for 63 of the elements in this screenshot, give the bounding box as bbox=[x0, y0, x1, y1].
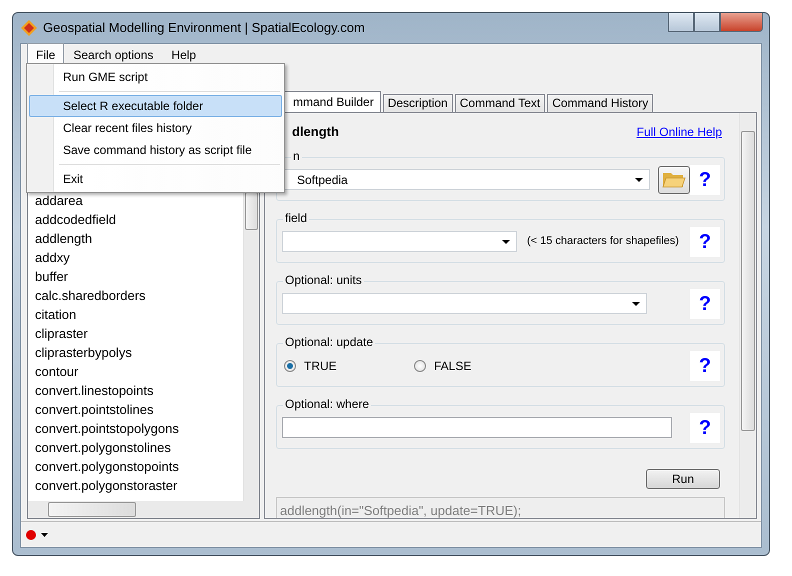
help-button[interactable]: ? bbox=[690, 226, 720, 256]
dropdown-field[interactable] bbox=[282, 293, 647, 314]
menu-item[interactable]: Clear recent files history bbox=[29, 117, 282, 139]
status-dot-icon[interactable] bbox=[25, 528, 37, 540]
browse-button[interactable] bbox=[658, 166, 690, 194]
list-item[interactable]: addarea bbox=[35, 191, 243, 210]
tab[interactable]: Command History bbox=[547, 94, 654, 112]
help-button[interactable]: ? bbox=[690, 164, 720, 194]
caret-icon bbox=[635, 178, 643, 182]
help-button[interactable]: ? bbox=[690, 412, 720, 442]
menu-item[interactable]: Run GME script bbox=[29, 66, 282, 88]
vertical-scrollbar[interactable] bbox=[243, 190, 259, 501]
app-logo-icon bbox=[21, 20, 37, 36]
radio-button[interactable] bbox=[414, 360, 426, 372]
list-item[interactable]: buffer bbox=[35, 267, 243, 286]
window-title: Geospatial Modelling Environment | SpatialEcology.com bbox=[43, 19, 365, 38]
menu-item[interactable]: Search options bbox=[64, 42, 162, 66]
list-item[interactable]: calc.sharedborders bbox=[35, 286, 243, 305]
folder-icon bbox=[662, 170, 686, 188]
option-label: TRUE bbox=[304, 358, 337, 374]
list-item[interactable]: contour bbox=[35, 362, 243, 381]
list-item[interactable]: convert.polygonstoraster bbox=[35, 476, 243, 495]
menu-item[interactable]: Exit bbox=[29, 168, 282, 190]
text-field[interactable] bbox=[282, 417, 672, 438]
list-item[interactable]: convert.polygonstolines bbox=[35, 438, 243, 457]
list-item[interactable]: convert.pointstopolygons bbox=[35, 419, 243, 438]
dropdown-field[interactable] bbox=[282, 231, 517, 252]
horizontal-scrollbar[interactable] bbox=[28, 501, 259, 518]
list-item[interactable]: convert.pointstolines bbox=[35, 400, 243, 419]
help-button[interactable]: ? bbox=[690, 288, 720, 318]
list-item[interactable]: addcodedfield bbox=[35, 210, 243, 229]
list-item[interactable]: clipraster bbox=[35, 324, 243, 343]
caret-icon bbox=[502, 240, 510, 244]
help-button[interactable]: ? bbox=[690, 350, 720, 380]
menu-item[interactable]: Help bbox=[162, 42, 206, 66]
minimize-button[interactable] bbox=[668, 13, 694, 32]
vertical-scrollbar[interactable] bbox=[739, 113, 756, 518]
close-button[interactable] bbox=[720, 13, 763, 32]
list-item[interactable]: convert.linestopoints bbox=[35, 381, 243, 400]
caret-icon[interactable] bbox=[41, 532, 48, 536]
tab[interactable]: Command Text bbox=[454, 94, 546, 112]
run-button[interactable]: Run bbox=[646, 468, 720, 488]
option-label: FALSE bbox=[434, 358, 472, 374]
group-label: Optional: where bbox=[283, 396, 372, 412]
hint-text: (< 15 characters for shapefiles) bbox=[527, 234, 679, 250]
list-item[interactable]: addlength bbox=[35, 229, 243, 248]
group-label: Optional: units bbox=[283, 272, 364, 288]
menu-item[interactable]: Save command history as script file bbox=[29, 139, 282, 161]
maximize-button[interactable] bbox=[694, 13, 720, 32]
group-label: Optional: update bbox=[283, 334, 376, 350]
dropdown-field[interactable]: Softpedia bbox=[282, 169, 650, 190]
tab[interactable]: Description bbox=[382, 94, 453, 112]
radio-button[interactable] bbox=[284, 360, 296, 372]
command-title: dlength bbox=[291, 123, 339, 141]
list-item[interactable]: addxy bbox=[35, 248, 243, 267]
list-item[interactable]: citation bbox=[35, 305, 243, 324]
caret-icon bbox=[632, 302, 640, 306]
list-item[interactable]: cliprasterbypolys bbox=[35, 343, 243, 362]
online-help-link[interactable]: Full Online Help bbox=[636, 122, 722, 141]
command-preview: addlength(in="Softpedia", update=TRUE); bbox=[276, 496, 725, 518]
group-label: field bbox=[283, 210, 310, 226]
list-item[interactable]: convert.polygonstopoints bbox=[35, 457, 243, 476]
menu-item[interactable]: Select R executable folder bbox=[29, 95, 282, 117]
